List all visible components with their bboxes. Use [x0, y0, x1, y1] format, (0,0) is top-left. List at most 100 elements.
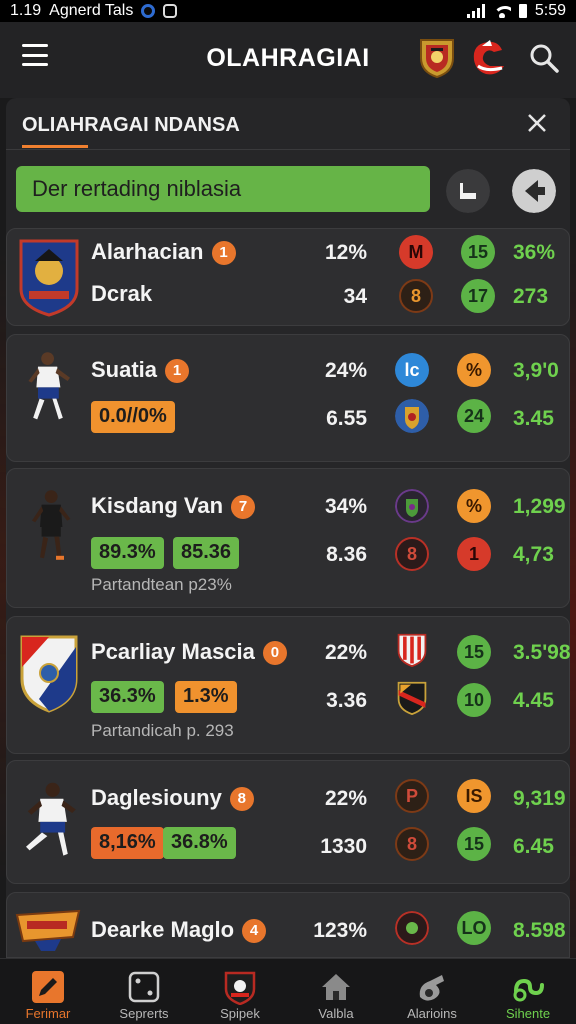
- tab-sihente[interactable]: Sihente: [480, 959, 576, 1024]
- wifi-icon: [492, 4, 511, 18]
- player-note: Partandicah p. 293: [91, 721, 234, 740]
- stat-circle: IS: [457, 779, 491, 813]
- tab-ferimar[interactable]: Ferimar: [0, 959, 96, 1024]
- stat-value: 22%: [324, 787, 367, 810]
- rank-badge: 4: [242, 919, 267, 943]
- player-name: Kisdang Van 7: [91, 493, 256, 519]
- team-icon: lc: [395, 353, 429, 387]
- stat-pill: 0.0//0%: [91, 401, 175, 433]
- player-card[interactable]: Kisdang Van 7 89.3% 85.36 Partandtean p23…: [6, 468, 570, 608]
- rank-badge: 1: [211, 241, 236, 265]
- rank-badge: 7: [231, 495, 256, 519]
- camera-notification-icon: [163, 4, 178, 18]
- rankings-panel: OLIAHRAGAI NDANSA Der rertading niblasia…: [6, 98, 571, 958]
- score-value: 3.45: [513, 407, 554, 430]
- stat-circle: LO: [457, 911, 491, 945]
- stat-pill: 1.3%: [175, 681, 237, 713]
- stat-circle: 15: [461, 235, 495, 269]
- player-name: Daglesiouny 8: [91, 785, 254, 811]
- stat-value: 6.55: [326, 407, 367, 430]
- stat-value: 1330: [320, 835, 367, 858]
- pencil-icon: [32, 971, 64, 1003]
- stat-value: 34%: [324, 495, 367, 518]
- app-bar: OLAHRAGIAI: [0, 22, 576, 98]
- score-value: 3,9'0: [513, 359, 559, 382]
- club-crest-icon: [15, 909, 81, 951]
- score-value: 1,299: [513, 495, 566, 518]
- score-value: 4,73: [513, 543, 554, 566]
- tab-label: Valbla: [318, 1006, 354, 1021]
- score-value: 6.45: [513, 835, 554, 858]
- dice-icon: [128, 971, 160, 1003]
- player-note: Partandtean p23%: [91, 575, 232, 594]
- panel-title: OLIAHRAGAI NDANSA: [22, 114, 240, 136]
- tab-seprerts[interactable]: Seprerts: [96, 959, 192, 1024]
- link-icon: [513, 978, 544, 1002]
- stat-pill: 8,16%: [91, 827, 164, 859]
- stat-value: 123%: [313, 919, 367, 942]
- tab-alarioins[interactable]: Alarioins: [384, 959, 480, 1024]
- stat-pill: 36.3%: [91, 681, 164, 713]
- tab-label: Sihente: [505, 1006, 551, 1021]
- team-icon: 8: [395, 827, 429, 861]
- team-logo-icon[interactable]: [468, 36, 508, 78]
- team-crest-icon: [397, 681, 427, 715]
- panel-header: OLIAHRAGAI NDANSA: [6, 98, 570, 150]
- stat-circle: 1: [457, 537, 491, 571]
- club-crest-icon[interactable]: [418, 36, 456, 78]
- rank-badge: 8: [229, 787, 254, 811]
- stat-pill: 36.8%: [163, 827, 236, 859]
- sort-button[interactable]: [446, 169, 490, 213]
- tab-label: Spipek: [220, 1006, 260, 1021]
- back-arrow-button[interactable]: [512, 169, 556, 213]
- team-crest-icon: [395, 489, 429, 523]
- score-value: 8.598: [513, 919, 566, 942]
- tab-label: Alarioins: [407, 1006, 457, 1021]
- stat-value: 34: [343, 285, 367, 308]
- score-value: 36%: [513, 241, 556, 264]
- player-subtitle: Dcrak: [91, 281, 153, 306]
- panel-tab-indicator: [22, 145, 88, 148]
- player-name: Suatia 1: [91, 357, 190, 383]
- player-photo: [28, 352, 70, 420]
- tab-label: Seprerts: [119, 1006, 169, 1021]
- team-crest-icon: [395, 911, 429, 945]
- status-time-left: 1.19: [10, 2, 42, 19]
- stat-circle: 24: [457, 399, 491, 433]
- score-value: 9,319: [513, 787, 566, 810]
- team-icon: 8: [399, 279, 433, 313]
- player-photo: [32, 490, 71, 560]
- player-card[interactable]: Pcarliay Mascia 0 36.3% 1.3% Partandicah …: [6, 616, 571, 754]
- stat-circle: 15: [457, 827, 491, 861]
- score-value: 3.5'98: [513, 641, 571, 664]
- stat-circle: 17: [461, 279, 495, 313]
- score-value: 273: [513, 285, 549, 308]
- stat-circle: 15: [457, 635, 491, 669]
- bottom-tab-bar: Ferimar Seprerts Spipek Valbla Alarioins: [0, 958, 576, 1024]
- tab-spipek[interactable]: Spipek: [192, 959, 288, 1024]
- score-value: 4.45: [513, 689, 554, 712]
- home-icon: [322, 974, 350, 1000]
- filter-banner[interactable]: Der rertading niblasia: [16, 166, 430, 212]
- player-card[interactable]: Suatia 1 0.0//0% 24% lc % 3,9'0 6.55 24 3…: [6, 334, 570, 462]
- search-icon[interactable]: [528, 42, 560, 74]
- player-name: Dearke Maglo 4: [91, 917, 267, 943]
- tab-valbla[interactable]: Valbla: [288, 959, 384, 1024]
- signal-icon: [466, 4, 485, 18]
- close-icon[interactable]: [524, 110, 550, 136]
- club-crest-icon: [19, 239, 79, 317]
- player-name: Alarhacian 1: [91, 239, 236, 265]
- team-icon: P: [395, 779, 429, 813]
- player-card[interactable]: Alarhacian 1 Dcrak 12% M 15 36% 34 8 17 2…: [6, 228, 570, 326]
- stat-circle: 10: [457, 683, 491, 717]
- team-crest-icon: [397, 633, 427, 667]
- stat-value: 3.36: [326, 689, 367, 712]
- shield-icon: [224, 971, 256, 1005]
- player-card[interactable]: Daglesiouny 8 8,16% 36.8% 22% P IS 9,319 …: [6, 760, 570, 884]
- status-bar: 1.19 Agnerd Tals 5:59: [0, 0, 576, 22]
- tab-label: Ferimar: [25, 1006, 71, 1021]
- status-carrier: Agnerd Tals: [49, 2, 134, 19]
- app-notification-icon: [141, 4, 156, 18]
- player-card[interactable]: Dearke Maglo 4 123% LO 8.598: [6, 892, 570, 958]
- stat-value: 8.36: [326, 543, 367, 566]
